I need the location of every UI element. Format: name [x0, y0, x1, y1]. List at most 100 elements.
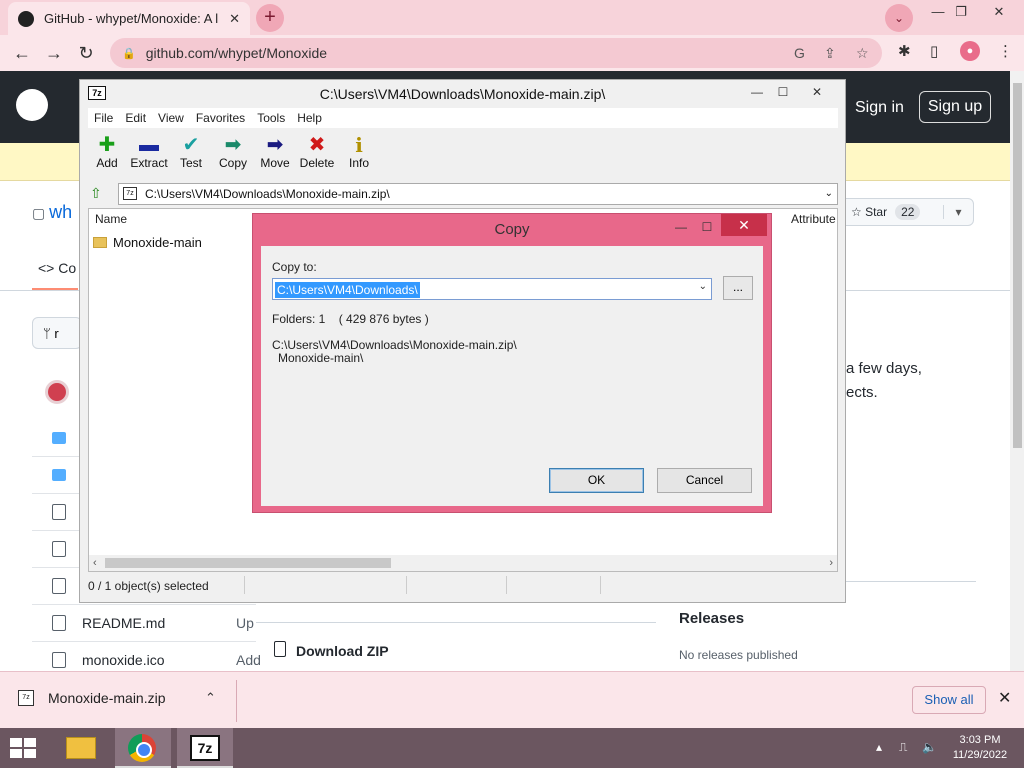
clock-date: 11/29/2022: [952, 749, 1008, 761]
browser-tabstrip: GitHub - whypet/Monoxide: A litt ✕ + ⌄ —…: [0, 0, 1024, 35]
file-explorer-icon[interactable]: [66, 737, 96, 759]
avatar[interactable]: [45, 380, 69, 404]
delete-button[interactable]: ✖ Delete: [295, 134, 339, 170]
scroll-left-icon[interactable]: ‹: [93, 555, 97, 571]
delete-icon: ✖: [308, 134, 326, 156]
chevron-down-icon[interactable]: ⌄: [699, 281, 707, 292]
tab-close-icon[interactable]: ✕: [229, 11, 240, 27]
sign-in-link[interactable]: Sign in: [855, 99, 904, 117]
menu-view[interactable]: View: [158, 111, 184, 125]
browse-button[interactable]: ...: [723, 276, 753, 300]
horizontal-scrollbar[interactable]: ‹ ›: [89, 555, 837, 571]
download-bar-close-icon[interactable]: ✕: [998, 688, 1011, 708]
sevenzip-toolbar: ✚ Add ▬ Extract ✔ Test ➡ Copy ➡ Move ✖ D…: [88, 130, 838, 180]
address-bar[interactable]: 🔒 github.com/whypet/Monoxide G ⇪ ☆: [110, 38, 882, 68]
extract-button[interactable]: ▬ Extract: [127, 134, 171, 170]
tray-chevron-icon[interactable]: ▴: [876, 740, 882, 754]
browser-tab[interactable]: GitHub - whypet/Monoxide: A litt ✕: [8, 2, 250, 35]
copy-icon: ➡: [224, 134, 242, 156]
scrollbar-thumb[interactable]: [105, 558, 391, 568]
windows-start-icon[interactable]: [10, 738, 36, 758]
side-panel-icon[interactable]: ▯: [930, 42, 938, 60]
sign-up-button[interactable]: Sign up: [919, 91, 991, 123]
menu-help[interactable]: Help: [297, 111, 322, 125]
menu-file[interactable]: File: [94, 111, 113, 125]
sevenzip-taskbar-icon[interactable]: 7z: [190, 735, 220, 761]
volume-icon[interactable]: 🔈: [922, 740, 937, 754]
google-icon[interactable]: G: [794, 45, 805, 61]
download-bar: 7z Monoxide-main.zip ⌃ Show all ✕: [0, 671, 1024, 728]
menu-edit[interactable]: Edit: [125, 111, 146, 125]
ok-button[interactable]: OK: [549, 468, 644, 493]
page-scrollbar[interactable]: [1010, 71, 1024, 671]
sevenzip-title: C:\Users\VM4\Downloads\Monoxide-main.zip…: [80, 80, 845, 106]
tab-code[interactable]: <> Co: [38, 260, 76, 276]
star-button[interactable]: ☆ Star 22 ▾: [840, 198, 974, 226]
sevenzip-address-combo[interactable]: 7z C:\Users\VM4\Downloads\Monoxide-main.…: [118, 183, 838, 205]
status-divider: [600, 576, 601, 594]
list-item[interactable]: README.md Up: [32, 605, 256, 642]
dialog-close-button[interactable]: ✕: [721, 214, 767, 236]
chevron-down-icon[interactable]: ▾: [943, 205, 973, 219]
copy-button[interactable]: ➡ Copy: [211, 134, 255, 170]
move-icon: ➡: [266, 134, 284, 156]
menu-kebab-icon[interactable]: ⋮: [998, 42, 1013, 60]
back-arrow-icon[interactable]: ←: [10, 41, 34, 65]
copy-label: Copy: [218, 156, 247, 170]
maximize-button[interactable]: ❐: [946, 2, 976, 22]
menu-favorites[interactable]: Favorites: [196, 111, 245, 125]
extract-icon: ▬: [139, 134, 159, 156]
folder-up-icon[interactable]: ⇧: [90, 185, 102, 202]
scrollbar-thumb[interactable]: [1013, 83, 1022, 448]
about-text-line: a few days,: [846, 360, 922, 377]
chevron-down-icon[interactable]: ⌄: [825, 184, 833, 204]
chevron-up-icon[interactable]: ⌃: [205, 690, 216, 706]
show-all-button[interactable]: Show all: [912, 686, 986, 714]
delete-label: Delete: [299, 156, 335, 170]
extensions-icon[interactable]: ✱: [898, 42, 911, 60]
github-logo-icon[interactable]: [16, 89, 48, 121]
cancel-button[interactable]: Cancel: [657, 468, 752, 493]
info-button[interactable]: i Info: [337, 134, 381, 170]
system-clock[interactable]: 3:03 PM 11/29/2022: [950, 733, 1010, 763]
download-item[interactable]: 7z Monoxide-main.zip: [18, 690, 166, 706]
dialog-maximize-button[interactable]: ☐: [693, 216, 721, 238]
new-tab-button[interactable]: +: [256, 4, 284, 32]
info-label: Info: [348, 156, 369, 170]
list-item[interactable]: Monoxide-main: [93, 235, 202, 250]
repo-name[interactable]: ▢ wh: [32, 202, 72, 223]
sevenzip-close-button[interactable]: ✕: [802, 82, 832, 102]
branch-selector[interactable]: ᛘ r: [32, 317, 82, 349]
sevenzip-statusbar: 0 / 1 object(s) selected: [88, 576, 838, 596]
move-button[interactable]: ➡ Move: [253, 134, 297, 170]
forward-arrow-icon[interactable]: →: [42, 41, 66, 65]
profile-avatar-icon[interactable]: ●: [960, 41, 980, 61]
scroll-right-icon[interactable]: ›: [829, 555, 833, 571]
star-label: Star: [865, 205, 888, 219]
column-header-attributes[interactable]: Attribute: [791, 212, 836, 226]
add-button[interactable]: ✚ Add: [85, 134, 129, 170]
tab-search-button[interactable]: ⌄: [885, 4, 913, 32]
sevenzip-menubar: File Edit View Favorites Tools Help: [88, 108, 838, 128]
copy-to-combobox[interactable]: C:\Users\VM4\Downloads\ ⌄: [272, 278, 712, 300]
copy-dialog: Copy — ☐ ✕ Copy to: C:\Users\VM4\Downloa…: [252, 213, 772, 513]
menu-tools[interactable]: Tools: [257, 111, 285, 125]
window-close-button[interactable]: ✕: [984, 2, 1014, 22]
network-icon[interactable]: ⎍: [899, 740, 907, 755]
reload-icon[interactable]: ↻: [74, 41, 98, 65]
download-filename: Monoxide-main.zip: [48, 690, 166, 706]
chrome-icon[interactable]: [128, 734, 156, 762]
move-label: Move: [260, 156, 290, 170]
sevenzip-address-row: ⇧ 7z C:\Users\VM4\Downloads\Monoxide-mai…: [88, 183, 838, 205]
bookmark-star-icon[interactable]: ☆: [856, 45, 869, 62]
sevenzip-maximize-button[interactable]: ☐: [768, 82, 798, 102]
browser-toolbar: ← → ↻ 🔒 github.com/whypet/Monoxide G ⇪ ☆: [0, 35, 1024, 71]
share-icon[interactable]: ⇪: [824, 45, 836, 62]
file-icon: [52, 652, 66, 668]
dialog-body: Copy to: C:\Users\VM4\Downloads\ ⌄ ... F…: [261, 246, 763, 506]
download-zip-option[interactable]: Download ZIP: [256, 622, 656, 672]
dialog-minimize-button[interactable]: —: [667, 216, 695, 238]
releases-heading[interactable]: Releases: [679, 610, 744, 627]
column-header-name[interactable]: Name: [95, 212, 127, 226]
test-button[interactable]: ✔ Test: [169, 134, 213, 170]
